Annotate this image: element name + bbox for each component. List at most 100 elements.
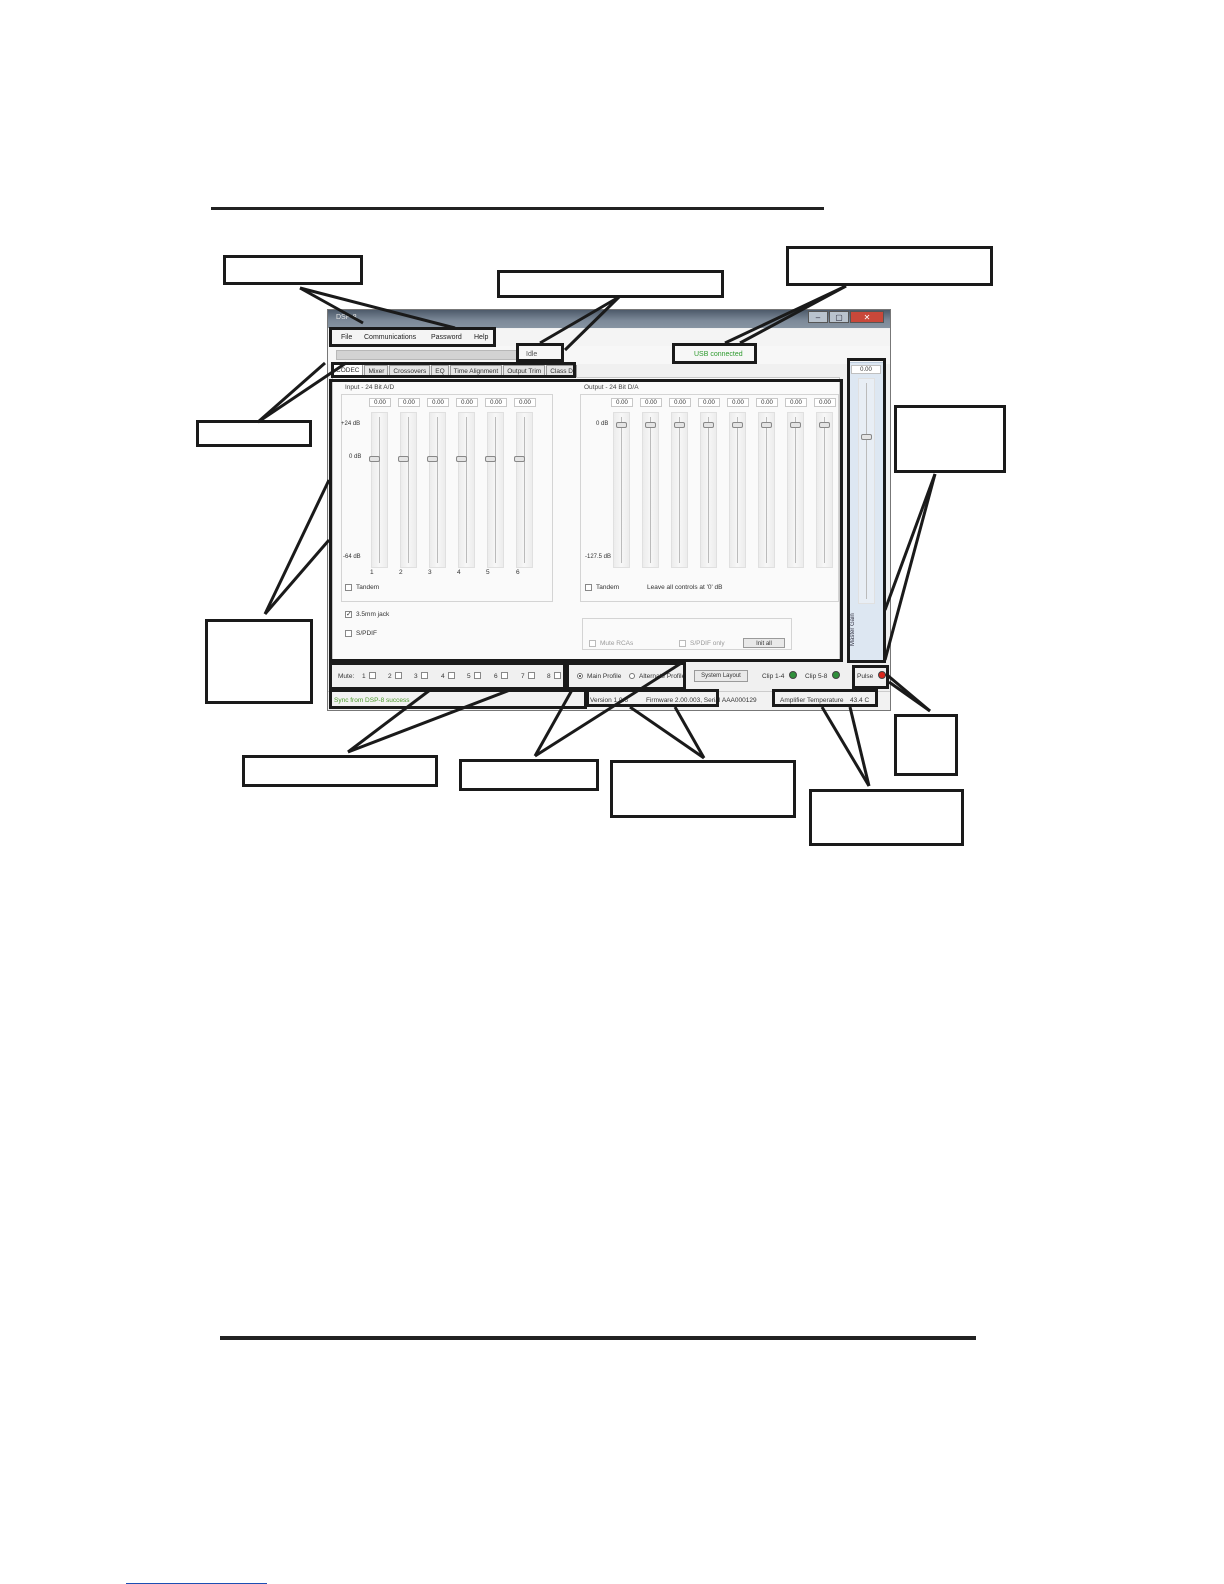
init-all-button[interactable]: Init all xyxy=(743,638,785,648)
callout-master-gain xyxy=(894,405,1006,473)
output-value-6[interactable]: 0.00 xyxy=(756,398,778,407)
input-channel-4: 4 xyxy=(457,569,461,576)
mute-channel-5-checkbox[interactable] xyxy=(474,672,481,679)
tab-mixer[interactable]: Mixer xyxy=(364,365,389,377)
output-fader-track-4[interactable] xyxy=(700,412,717,568)
pulse-led xyxy=(878,671,886,679)
output-value-7[interactable]: 0.00 xyxy=(785,398,807,407)
mute-channel-2-label: 2 xyxy=(388,673,392,680)
system-layout-button[interactable]: System Layout xyxy=(694,670,748,682)
mute-channel-6-checkbox[interactable] xyxy=(501,672,508,679)
output-fader-track-7[interactable] xyxy=(787,412,804,568)
output-value-3[interactable]: 0.00 xyxy=(669,398,691,407)
input-fader-thumb-6[interactable] xyxy=(514,456,525,462)
mute-channel-7-checkbox[interactable] xyxy=(528,672,535,679)
input-fader-track-4[interactable] xyxy=(458,412,475,568)
mute-channel-8-checkbox[interactable] xyxy=(554,672,561,679)
tab-output-trim[interactable]: Output Trim xyxy=(503,365,546,377)
input-fader-track-3[interactable] xyxy=(429,412,446,568)
tab-eq[interactable]: EQ xyxy=(431,365,449,377)
temperature-label: Amplifier Temperature xyxy=(780,697,844,704)
tab-crossovers[interactable]: Crossovers xyxy=(389,365,431,377)
output-fader-thumb-2[interactable] xyxy=(645,422,656,428)
mute-channel-1-checkbox[interactable] xyxy=(369,672,376,679)
mute-label: Mute: xyxy=(338,673,355,680)
mute-channel-3-checkbox[interactable] xyxy=(421,672,428,679)
input-fader-thumb-5[interactable] xyxy=(485,456,496,462)
mute-channel-6-label: 6 xyxy=(494,673,498,680)
input-fader-thumb-3[interactable] xyxy=(427,456,438,462)
output-fader-track-1[interactable] xyxy=(613,412,630,568)
alternate-profile-radio[interactable] xyxy=(629,673,635,679)
output-fader-thumb-4[interactable] xyxy=(703,422,714,428)
input-value-5[interactable]: 0.00 xyxy=(485,398,507,407)
input-value-4[interactable]: 0.00 xyxy=(456,398,478,407)
menu-file[interactable]: File xyxy=(341,334,352,341)
input-fader-thumb-1[interactable] xyxy=(369,456,380,462)
input-scale-mid: 0 dB xyxy=(349,454,362,460)
input-value-2[interactable]: 0.00 xyxy=(398,398,420,407)
input-scale-top: +24 dB xyxy=(341,421,361,427)
menu-communications[interactable]: Communications xyxy=(364,334,416,341)
input-tandem-checkbox[interactable] xyxy=(345,584,352,591)
input-value-6[interactable]: 0.00 xyxy=(514,398,536,407)
output-fader-thumb-1[interactable] xyxy=(616,422,627,428)
output-fader-track-5[interactable] xyxy=(729,412,746,568)
menu-password[interactable]: Password xyxy=(431,334,462,341)
spdif-only-checkbox[interactable] xyxy=(679,640,686,647)
tab-codec[interactable]: CODEC xyxy=(332,364,364,377)
status-usb: USB connected xyxy=(694,351,743,358)
output-tandem-checkbox[interactable] xyxy=(585,584,592,591)
input-channel-3: 3 xyxy=(428,569,432,576)
output-value-4[interactable]: 0.00 xyxy=(698,398,720,407)
master-gain-track[interactable] xyxy=(858,378,875,604)
output-fader-track-3[interactable] xyxy=(671,412,688,568)
tab-time-alignment[interactable]: Time Alignment xyxy=(449,365,503,377)
spdif-only-label: S/PDIF only xyxy=(690,640,725,647)
window-title: DSP-8 xyxy=(336,314,357,321)
output-scale-bottom: -127.5 dB xyxy=(585,554,612,560)
callout-version xyxy=(610,760,796,818)
input-value-1[interactable]: 0.00 xyxy=(369,398,391,407)
output-fader-track-6[interactable] xyxy=(758,412,775,568)
mute-channel-4-checkbox[interactable] xyxy=(448,672,455,679)
output-fader-thumb-8[interactable] xyxy=(819,422,830,428)
main-profile-radio[interactable] xyxy=(577,673,583,679)
output-fader-thumb-3[interactable] xyxy=(674,422,685,428)
status-bar: Sync from DSP-8 success Version 1.0.6 Fi… xyxy=(328,691,890,710)
output-value-2[interactable]: 0.00 xyxy=(640,398,662,407)
output-fader-track-8[interactable] xyxy=(816,412,833,568)
maximize-icon[interactable]: ▢ xyxy=(829,311,849,323)
input-fader-track-5[interactable] xyxy=(487,412,504,568)
input-scale-bottom: -64 dB xyxy=(343,554,361,560)
output-fader-thumb-7[interactable] xyxy=(790,422,801,428)
menu-help[interactable]: Help xyxy=(474,334,488,341)
output-value-8[interactable]: 0.00 xyxy=(814,398,836,407)
input-channel-5: 5 xyxy=(486,569,490,576)
output-fader-thumb-6[interactable] xyxy=(761,422,772,428)
minimize-icon[interactable]: – xyxy=(808,311,828,323)
mute-channel-7-label: 7 xyxy=(521,673,525,680)
jack-checkbox[interactable]: ✓ xyxy=(345,611,352,618)
tab-class-d[interactable]: Class D xyxy=(546,365,577,377)
callout-communication-status xyxy=(497,270,724,298)
master-gain-value[interactable]: 0.00 xyxy=(851,365,881,374)
input-fader-track-2[interactable] xyxy=(400,412,417,568)
output-tandem-label: Tandem xyxy=(596,584,620,591)
clip-1-4-led xyxy=(789,671,797,679)
input-fader-track-6[interactable] xyxy=(516,412,533,568)
output-fader-thumb-5[interactable] xyxy=(732,422,743,428)
output-value-5[interactable]: 0.00 xyxy=(727,398,749,407)
input-value-3[interactable]: 0.00 xyxy=(427,398,449,407)
master-gain-thumb[interactable] xyxy=(861,434,872,440)
output-fader-track-2[interactable] xyxy=(642,412,659,568)
mute-channel-2-checkbox[interactable] xyxy=(395,672,402,679)
input-fader-track-1[interactable] xyxy=(371,412,388,568)
spdif-checkbox[interactable] xyxy=(345,630,352,637)
mute-channel-3-label: 3 xyxy=(414,673,418,680)
mute-rca-checkbox[interactable] xyxy=(589,640,596,647)
input-fader-thumb-4[interactable] xyxy=(456,456,467,462)
output-value-1[interactable]: 0.00 xyxy=(611,398,633,407)
close-icon[interactable]: ✕ xyxy=(850,311,884,323)
input-fader-thumb-2[interactable] xyxy=(398,456,409,462)
